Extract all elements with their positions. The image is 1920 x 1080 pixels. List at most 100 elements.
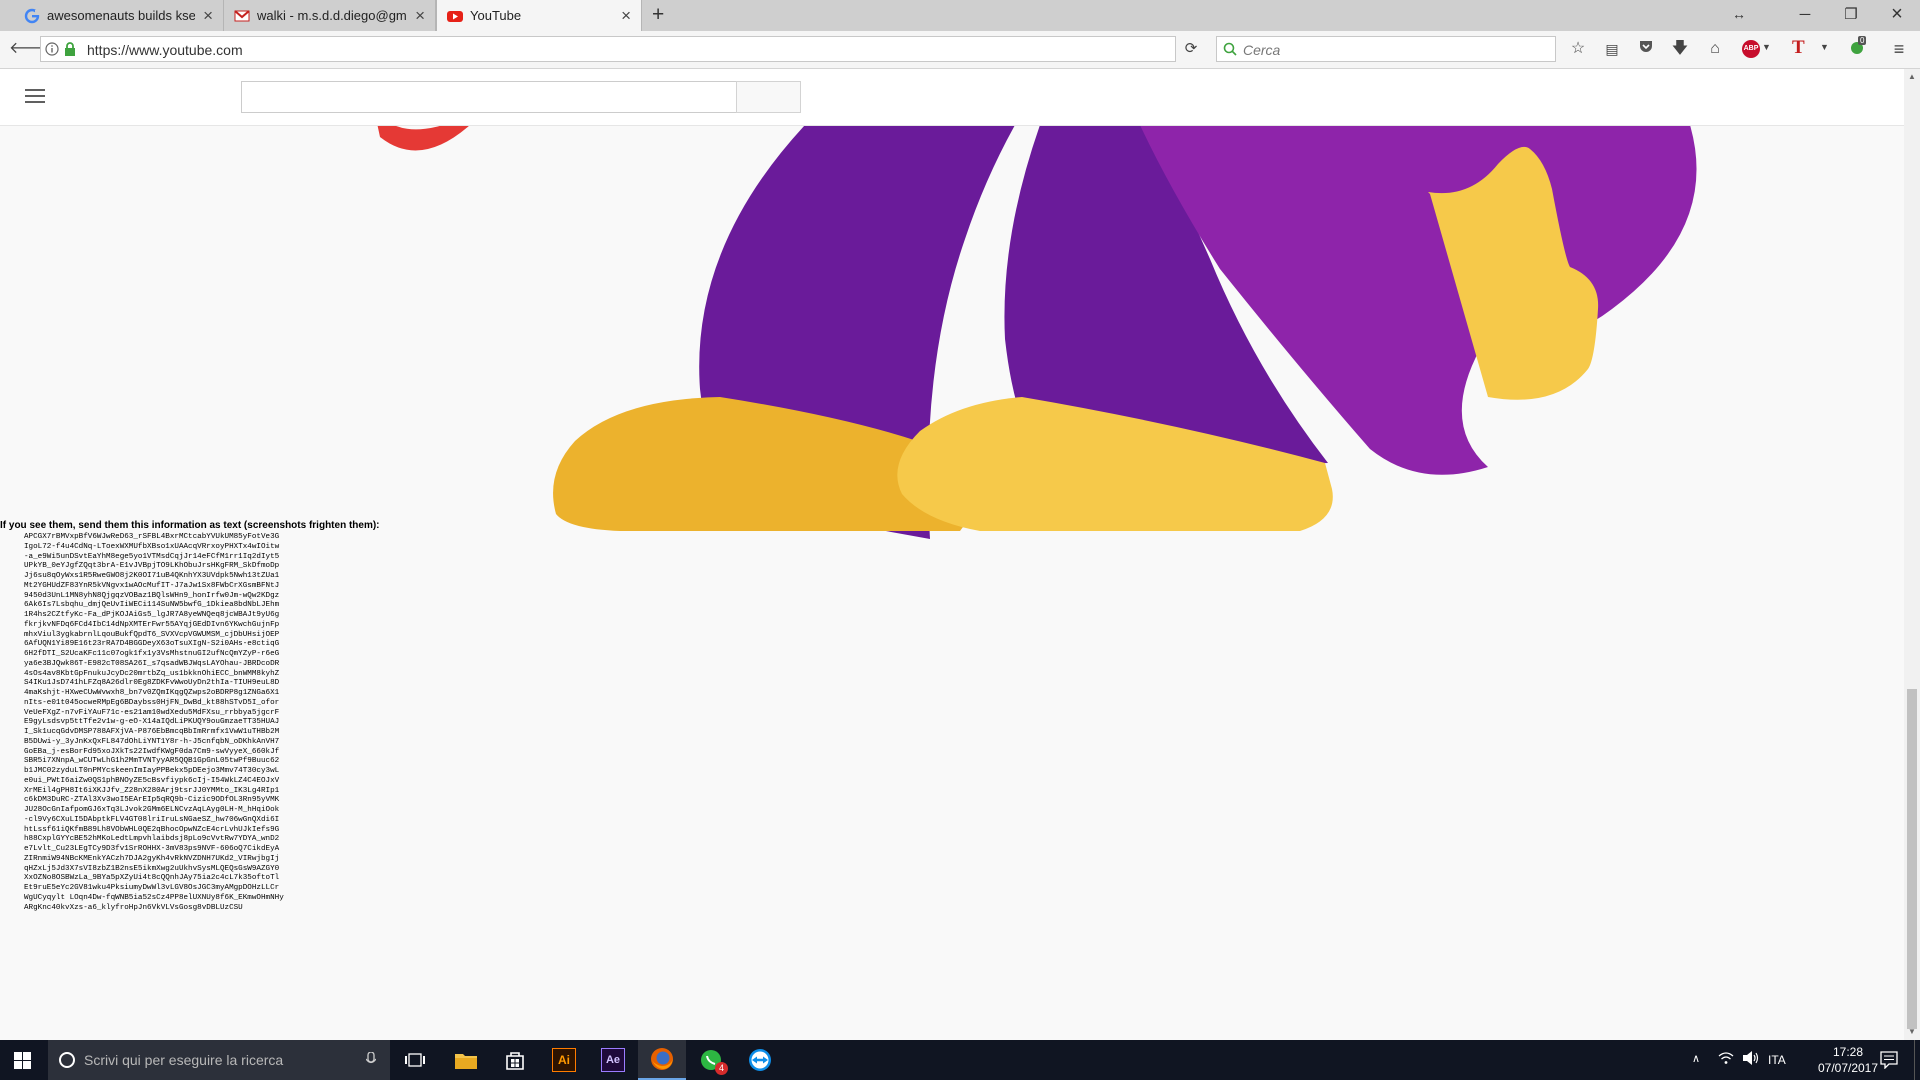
debug-code-line: -a_e9Wi5unDSvtEaYhM8ege5yo1VTMsdCqjJr14e… xyxy=(24,552,280,561)
debug-code-line: Et9ruE5eYc2GV81wku4PksiumyDwWl3vLGV8OsJG… xyxy=(24,884,280,892)
task-view-icon[interactable] xyxy=(391,1040,439,1080)
debug-code-line: 1R4hs2CZtfyKc-Fa_dPjKOJAiGs5_lgJR7A8yeWN… xyxy=(24,611,280,619)
taskbar-search-box[interactable]: Scrivi qui per eseguire la ricerca xyxy=(48,1040,390,1080)
debug-code-line: 6AfUQN1Yi89E16t23rRA7D4BGGDeyX63oTsuXIgN… xyxy=(24,640,280,649)
illustrator-label: Ai xyxy=(552,1048,576,1072)
scroll-down-icon[interactable]: ▼ xyxy=(1908,1027,1916,1036)
debug-code-line: 9450d3UnL1MN8yhN8QjgqzVOBaz1BQlsWHn9_hon… xyxy=(24,591,280,600)
adblock-icon[interactable]: ABP xyxy=(1742,40,1760,58)
debug-code-line: S4IKu1JsD741hLFZq8A26dlr0Eg8ZDKFvWwoUyDn… xyxy=(24,679,280,688)
scrollbar-thumb[interactable] xyxy=(1907,689,1917,1029)
debug-code-line: ZIRnmiW94NBcKMEnkYACzh7DJA2gyKh4vRkNVZDN… xyxy=(24,854,280,863)
file-explorer-icon[interactable] xyxy=(442,1040,490,1080)
adblock-dropdown-icon[interactable]: ▼ xyxy=(1762,42,1771,52)
taskbar: Scrivi qui per eseguire la ricerca Ai Ae… xyxy=(0,1040,1920,1080)
youtube-icon xyxy=(447,10,463,22)
google-g-icon xyxy=(24,8,40,23)
close-tab-icon[interactable]: × xyxy=(415,6,425,26)
lock-icon xyxy=(65,42,75,56)
close-tab-icon[interactable]: × xyxy=(203,6,213,26)
tab-title: YouTube xyxy=(470,8,522,23)
extension-badge: 0 xyxy=(1858,36,1867,45)
debug-code-line: e0ui_PWtI6aiZw0QS1phBNOyZE5cBsvfiypk6cIj… xyxy=(24,776,280,785)
search-bar[interactable]: Cerca xyxy=(1216,36,1556,62)
debug-code-line: E9gyLsdsvp5ttTfe2v1w-g-eO-X14aIQdLiPKUQY… xyxy=(24,718,280,727)
clock-time[interactable]: 17:28 xyxy=(1818,1045,1878,1059)
after-effects-icon[interactable]: Ae xyxy=(589,1040,637,1080)
after-effects-label: Ae xyxy=(601,1048,625,1072)
whatsapp-icon[interactable]: 4 xyxy=(687,1040,735,1080)
show-desktop-button[interactable] xyxy=(1914,1040,1920,1080)
debug-info-title: If you see them, send them this informat… xyxy=(0,520,380,531)
debug-code-line: UPkYB_0eYJgfZQqt3brA-E1vJVBpjTO9LKhObuJr… xyxy=(24,562,280,571)
tab-gmail[interactable]: walki - m.s.d.d.diego@gmail × xyxy=(224,0,436,31)
debug-code-line: 6H2fDTI_S2UcaKFc11c07ogk1fx1y3VsMhstnuGI… xyxy=(24,650,280,658)
scroll-up-icon[interactable]: ▲ xyxy=(1908,72,1916,81)
teamviewer-icon[interactable] xyxy=(736,1040,784,1080)
youtube-header xyxy=(0,69,1904,126)
notifications-icon[interactable] xyxy=(1880,1051,1898,1074)
debug-code-line: h88CxplGYYcBE52hMKoLedtLmpvhlaibdsj8pLo9… xyxy=(24,835,280,844)
debug-code-line: WgUCyqylt LOqn4Dw-fqWNB5ia52sCz4PP8elUXN… xyxy=(24,893,284,902)
translate-icon[interactable]: T xyxy=(1792,37,1805,59)
extension-icon[interactable]: 0 xyxy=(1849,36,1867,56)
volume-icon[interactable] xyxy=(1742,1050,1760,1071)
pocket-icon[interactable] xyxy=(1635,38,1657,60)
youtube-search-input[interactable] xyxy=(241,81,737,113)
taskbar-search-placeholder: Scrivi qui per eseguire la ricerca xyxy=(84,1052,284,1068)
wifi-icon[interactable] xyxy=(1718,1050,1734,1071)
debug-code-line: -cl9Vy6CXuLI5DAbptkFLV4GT08lriIruLsNGaeS… xyxy=(24,815,280,824)
gmail-icon xyxy=(234,9,250,21)
tab-strip: awesomenauts builds ksenia × walki - m.s… xyxy=(0,0,1920,31)
tab-awesomenauts[interactable]: awesomenauts builds ksenia × xyxy=(14,0,224,31)
web-page: If you see them, send them this informat… xyxy=(0,69,1904,1040)
minimize-button[interactable]: ─ xyxy=(1782,0,1828,31)
close-tab-icon[interactable]: × xyxy=(621,6,631,26)
reload-button[interactable]: ⟳ xyxy=(1180,38,1202,60)
url-bar[interactable]: https://www.youtube.com xyxy=(40,36,1176,62)
download-icon[interactable]: 🡇 xyxy=(1669,38,1691,60)
tab-youtube[interactable]: YouTube × xyxy=(436,0,642,31)
whatsapp-badge: 4 xyxy=(715,1062,728,1075)
firefox-icon[interactable] xyxy=(638,1040,686,1080)
bookmark-star-icon[interactable]: ☆ xyxy=(1567,38,1589,60)
debug-info: If you see them, send them this informat… xyxy=(0,520,380,913)
new-tab-button[interactable]: + xyxy=(652,3,664,27)
microphone-icon[interactable] xyxy=(366,1052,376,1068)
reading-list-icon[interactable]: ▤ xyxy=(1601,38,1623,60)
show-hidden-icons-icon[interactable]: ∧ xyxy=(1692,1052,1700,1065)
debug-code-line: nIts-e01t045ocweRMpEg6BDaybss0HjFN_DwBd_… xyxy=(24,698,280,707)
store-icon[interactable] xyxy=(491,1040,539,1080)
windows-start-icon[interactable] xyxy=(14,1052,31,1074)
debug-code-line: VeUeFXgZ-n7vFiYAuF71c-es21am10wdXedu5MdF… xyxy=(24,708,280,717)
debug-code-line: B5DUwi-y_3yJnKxQxFL847dOhLiYNT1Y8r-h-J5c… xyxy=(24,737,280,746)
page-scrollbar[interactable]: ▲ ▼ xyxy=(1904,69,1920,1040)
input-language[interactable]: ITA xyxy=(1768,1053,1786,1067)
illustrator-icon[interactable]: Ai xyxy=(540,1040,588,1080)
back-button[interactable]: 🡐 xyxy=(9,38,52,60)
clock-date[interactable]: 07/07/2017 xyxy=(1814,1061,1882,1075)
debug-code-line: e7Lvlt_Cu23LEgTCy9D3fv1SrROHHX-3mV83ps9N… xyxy=(24,845,280,853)
debug-code-line: JU28OcGnIafpomGJ6xTq3LJvok2GMm6ELNCvzAqL… xyxy=(24,806,280,814)
youtube-search-button[interactable] xyxy=(736,81,801,113)
resize-arrows-icon: ↔ xyxy=(1732,6,1746,22)
cortana-icon xyxy=(59,1052,75,1068)
debug-code-line: XrMEil4gPH8It6iXKJJfv_Z28nX280Arj9tsrJJ0… xyxy=(24,786,280,795)
menu-icon[interactable]: ≡ xyxy=(1888,38,1910,60)
info-icon[interactable] xyxy=(45,42,59,56)
hamburger-menu-icon[interactable] xyxy=(25,88,45,104)
debug-code-line: fkrjkvNFDq6FCd4IbC14dNpXMTErFwr55AYqjGEd… xyxy=(24,620,280,629)
translate-dropdown-icon[interactable]: ▼ xyxy=(1820,42,1829,52)
debug-code-line: APCGX7rBMVxpBfV6WJwReD63_rSFBL4BxrMCtcab… xyxy=(24,533,280,541)
tab-title: walki - m.s.d.d.diego@gmail xyxy=(257,8,408,23)
home-icon[interactable]: ⌂ xyxy=(1704,38,1726,60)
debug-code-line: ARgKnc40kvXzs-a6_klyfroHpJn6VkVLVsGosg8v… xyxy=(24,903,243,912)
debug-code-line: c6kDM3DuRC-ZTAl3Xv3woI5EArEIp5qRQ9b-Cizi… xyxy=(24,796,280,805)
debug-code-line: 4maKshjt-HXweCUwWvwxh8_bn7v0ZQmIKqgQZwps… xyxy=(24,689,280,697)
search-placeholder: Cerca xyxy=(1243,42,1281,58)
debug-code-line: IgoL72-f4u4CdNq-LToexWXMUfbXBso1xUAAcqVR… xyxy=(24,542,280,551)
close-window-button[interactable]: × xyxy=(1874,0,1920,31)
debug-code-line: I_Sk1ucqGdvDMSP788AFXjVA-P876EbBmcqBbImR… xyxy=(24,728,280,736)
debug-code-line: mhxViul3ygkabrnlLqouBukfQpdT6_SVXVcpVGWU… xyxy=(24,630,280,639)
maximize-button[interactable]: ❐ xyxy=(1828,0,1874,31)
